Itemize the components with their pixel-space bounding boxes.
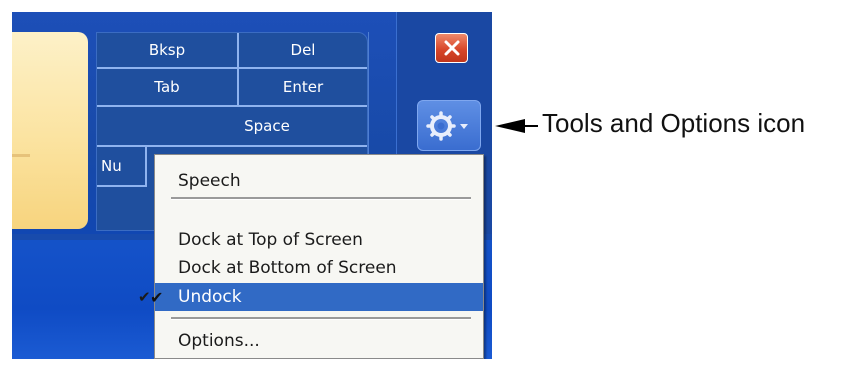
text-cursor-mark: [12, 154, 30, 157]
key-bksp[interactable]: Bksp: [97, 33, 239, 69]
arrow-icon: [495, 119, 525, 133]
checkmark-icon: ✔: [150, 288, 164, 307]
callout-line: [524, 125, 538, 127]
gear-icon: [426, 110, 468, 141]
menu-separator: [171, 317, 471, 320]
key-del[interactable]: Del: [239, 33, 367, 69]
menu-item-speech[interactable]: Speech: [155, 167, 483, 195]
menu-separator: [171, 197, 471, 200]
close-x-icon: [444, 40, 459, 56]
callout-label: Tools and Options icon: [542, 108, 806, 138]
menu-item-dock-top[interactable]: Dock at Top of Screen: [155, 226, 483, 254]
key-tab[interactable]: Tab: [97, 69, 239, 107]
on-screen-keyboard-window: Bksp Del Tab Enter Space Nu Speech Dock …: [12, 12, 492, 359]
checkmark-icon: ✔: [138, 288, 151, 306]
tools-options-menu: Speech Dock at Top of Screen Dock at Bot…: [138, 154, 484, 359]
menu-item-dock-bottom[interactable]: Dock at Bottom of Screen: [155, 254, 483, 282]
menu-item-options[interactable]: Options...: [155, 327, 483, 355]
key-enter[interactable]: Enter: [239, 69, 367, 107]
prediction-pane[interactable]: [12, 32, 88, 229]
menu-item-undock[interactable]: ✔ Undock: [138, 283, 483, 311]
key-space[interactable]: Space: [97, 107, 367, 147]
close-button[interactable]: [435, 33, 468, 63]
tools-and-options-button[interactable]: [417, 100, 481, 151]
menu-item-label: Undock: [178, 287, 242, 307]
key-num[interactable]: Nu: [97, 147, 147, 187]
chevron-down-icon: [460, 123, 468, 129]
